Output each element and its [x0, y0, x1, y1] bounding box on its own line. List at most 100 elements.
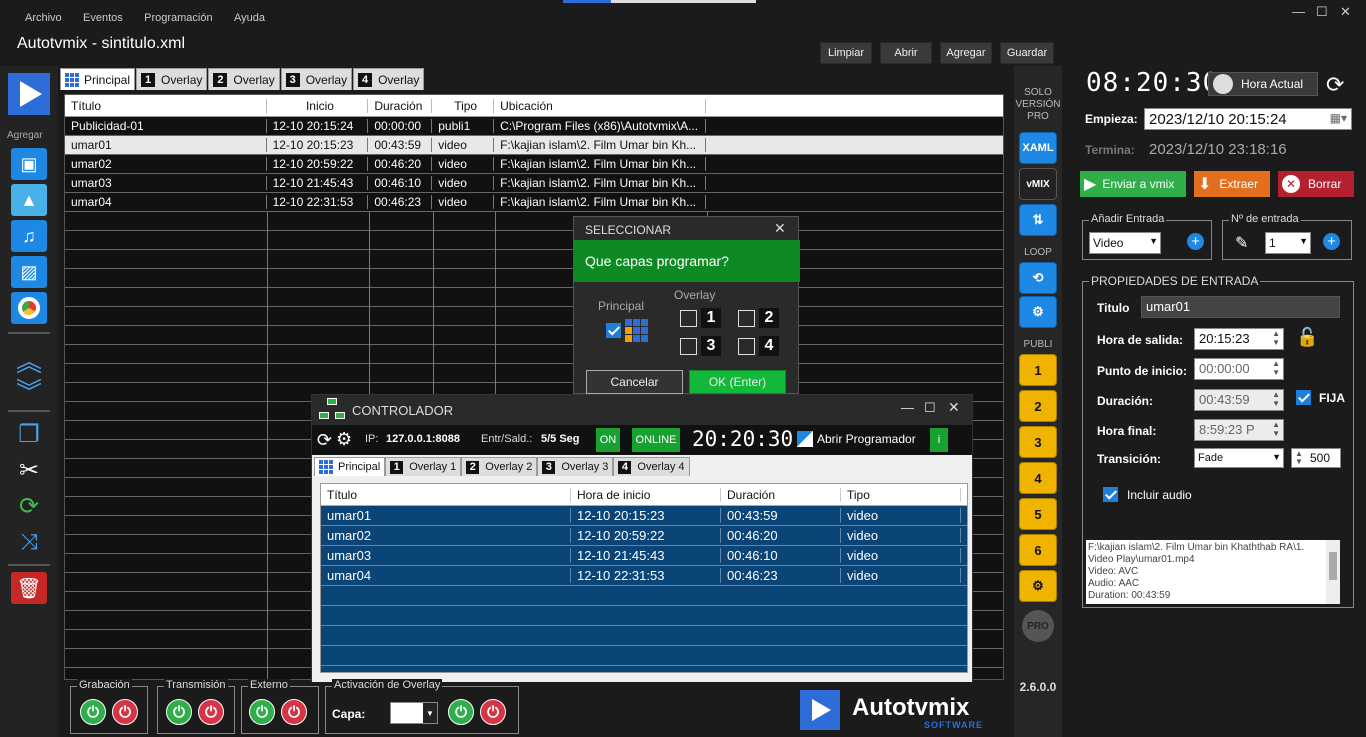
tab-overlay-2[interactable]: 2 Overlay: [208, 68, 280, 90]
transicion-select[interactable]: Fade ▼: [1194, 448, 1284, 468]
publi-3-button[interactable]: 3: [1018, 426, 1058, 458]
minimize-icon[interactable]: —: [901, 400, 914, 415]
vmix-button[interactable]: vMIX: [1018, 168, 1058, 200]
hora-salida-field[interactable]: 20:15:23 ▲ ▼: [1194, 328, 1284, 350]
loop-button[interactable]: ⟲: [1018, 262, 1058, 294]
punto-inicio-field[interactable]: 00:00:00 ▲ ▼: [1194, 358, 1284, 380]
table-row[interactable]: umar03 12-10 21:45:43 00:46:10 video: [321, 546, 967, 566]
close-icon[interactable]: ✕: [1340, 4, 1351, 20]
overlay-3-checkbox[interactable]: 3: [680, 336, 721, 356]
power-on-icon[interactable]: ⏻: [80, 699, 106, 725]
menu-eventos[interactable]: Eventos: [83, 12, 123, 24]
titulo-field[interactable]: umar01: [1141, 296, 1340, 318]
duracion-field[interactable]: 00:43:59 ▲ ▼: [1194, 389, 1284, 411]
anadir-select[interactable]: Video ▼: [1089, 232, 1161, 254]
tab-overlay-3[interactable]: 3 Overlay: [280, 68, 353, 90]
play-button[interactable]: [8, 72, 50, 116]
agregar-button[interactable]: Agregar: [940, 42, 992, 64]
header-titulo[interactable]: Título: [321, 487, 571, 502]
xaml-button[interactable]: XAML: [1018, 132, 1058, 164]
spinner-icon[interactable]: ▲ ▼: [1295, 450, 1303, 466]
add-image-button[interactable]: ▲: [8, 182, 50, 218]
header-titulo[interactable]: Título: [65, 98, 267, 113]
table-row[interactable]: umar01 12-10 20:15:23 00:43:59 video: [321, 506, 967, 526]
publi-4-button[interactable]: 4: [1018, 462, 1058, 494]
header-hora-inicio[interactable]: Hora de inicio: [571, 487, 721, 502]
ok-button[interactable]: OK (Enter): [689, 370, 786, 394]
menu-ayuda[interactable]: Ayuda: [234, 12, 265, 24]
power-off-icon[interactable]: ⏻: [480, 699, 506, 725]
spinner-icon[interactable]: ▲ ▼: [1272, 329, 1280, 347]
publi-2-button[interactable]: 2: [1018, 390, 1058, 422]
table-row[interactable]: Publicidad-01 12-10 20:15:24 00:00:00 publi…: [65, 117, 1003, 136]
table-row[interactable]: umar03 12-10 21:45:43 00:46:10 video F:\kaji…: [65, 174, 1003, 193]
reload-icon[interactable]: ⟳: [1326, 72, 1344, 98]
tab-overlay-4[interactable]: 4 Overlay 4: [613, 457, 690, 476]
close-icon[interactable]: ✕: [948, 399, 960, 416]
add-chrome-button[interactable]: [8, 290, 50, 326]
publi-6-button[interactable]: 6: [1018, 534, 1058, 566]
tab-principal[interactable]: Principal: [314, 457, 386, 476]
table-row[interactable]: umar04 12-10 22:31:53 00:46:23 video F:\kaji…: [65, 193, 1003, 212]
add-video-button[interactable]: ▣: [8, 146, 50, 182]
limpiar-button[interactable]: Limpiar: [820, 42, 872, 64]
header-duracion[interactable]: Duración: [368, 98, 433, 113]
table-row[interactable]: umar02 12-10 20:59:22 00:46:20 video: [321, 526, 967, 546]
add-slideshow-button[interactable]: ▨: [8, 254, 50, 290]
tab-overlay-2[interactable]: 2 Overlay 2: [461, 457, 538, 476]
menu-archivo[interactable]: Archivo: [25, 12, 62, 24]
overlay-2-checkbox[interactable]: 2: [738, 308, 779, 328]
add-number-icon[interactable]: +: [1323, 233, 1340, 250]
spinner-icon[interactable]: ▲ ▼: [1272, 420, 1280, 438]
refresh-button[interactable]: ⟳: [8, 488, 50, 524]
incluir-audio-checkbox[interactable]: [1103, 487, 1118, 503]
header-inicio[interactable]: Inicio: [267, 98, 369, 113]
fija-checkbox[interactable]: [1296, 390, 1311, 406]
minimize-icon[interactable]: —: [1292, 4, 1305, 19]
delete-button[interactable]: 🗑: [8, 570, 50, 606]
guardar-button[interactable]: Guardar: [1000, 42, 1054, 64]
spinner-icon[interactable]: ▲ ▼: [1272, 390, 1280, 408]
power-off-icon[interactable]: ⏻: [112, 699, 138, 725]
capa-select[interactable]: ▼: [390, 702, 438, 724]
enviar-vmix-button[interactable]: ▶ Enviar a vmix: [1080, 171, 1186, 197]
overlay-1-checkbox[interactable]: 1: [680, 308, 721, 328]
table-row[interactable]: umar02 12-10 20:59:22 00:46:20 video F:\kaji…: [65, 155, 1003, 174]
copy-button[interactable]: ❐: [8, 416, 50, 452]
hora-actual-button[interactable]: Hora Actual: [1208, 72, 1318, 96]
info-scrollbar[interactable]: [1326, 540, 1340, 604]
user-sort-button[interactable]: ⇅: [1018, 204, 1058, 236]
tab-overlay-1[interactable]: 1 Overlay 1: [385, 457, 462, 476]
add-input-icon[interactable]: +: [1187, 233, 1204, 250]
extraer-button[interactable]: ⬇ Extraer: [1194, 171, 1270, 197]
principal-checkbox[interactable]: [606, 319, 653, 342]
power-on-icon[interactable]: ⏻: [448, 699, 474, 725]
shuffle-button[interactable]: ⤨: [8, 524, 50, 560]
hora-final-field[interactable]: 8:59:23 P ▲ ▼: [1194, 419, 1284, 441]
tab-overlay-1[interactable]: 1 Overlay: [136, 68, 208, 90]
info-button[interactable]: i: [930, 428, 948, 452]
menu-programacion[interactable]: Programación: [144, 12, 212, 24]
power-on-icon[interactable]: ⏻: [166, 699, 192, 725]
cut-button[interactable]: ✂: [8, 452, 50, 488]
header-duracion[interactable]: Duración: [721, 487, 841, 502]
power-on-icon[interactable]: ⏻: [249, 699, 275, 725]
cancel-button[interactable]: Cancelar: [586, 370, 683, 394]
publi-settings-button[interactable]: ⚙: [1018, 570, 1058, 602]
n-entrada-select[interactable]: 1 ▼: [1265, 232, 1311, 254]
publi-5-button[interactable]: 5: [1018, 498, 1058, 530]
move-down-button[interactable]: ︾: [8, 372, 50, 408]
table-row[interactable]: umar04 12-10 22:31:53 00:46:23 video: [321, 566, 967, 586]
calendar-icon[interactable]: ▦▾: [1330, 111, 1347, 125]
power-off-icon[interactable]: ⏻: [281, 699, 307, 725]
tab-principal[interactable]: Principal: [60, 68, 136, 90]
gear-icon[interactable]: ⚙: [336, 429, 352, 450]
maximize-icon[interactable]: ☐: [924, 400, 936, 416]
add-music-button[interactable]: ♫: [8, 218, 50, 254]
close-icon[interactable]: ✕: [774, 220, 786, 237]
transicion-ms-field[interactable]: ▲ ▼ 500: [1291, 448, 1341, 468]
tab-overlay-3[interactable]: 3 Overlay 3: [537, 457, 614, 476]
header-ubicacion[interactable]: Ubicación: [494, 98, 706, 113]
tab-overlay-4[interactable]: 4 Overlay: [353, 68, 425, 90]
maximize-icon[interactable]: ☐: [1316, 4, 1328, 20]
